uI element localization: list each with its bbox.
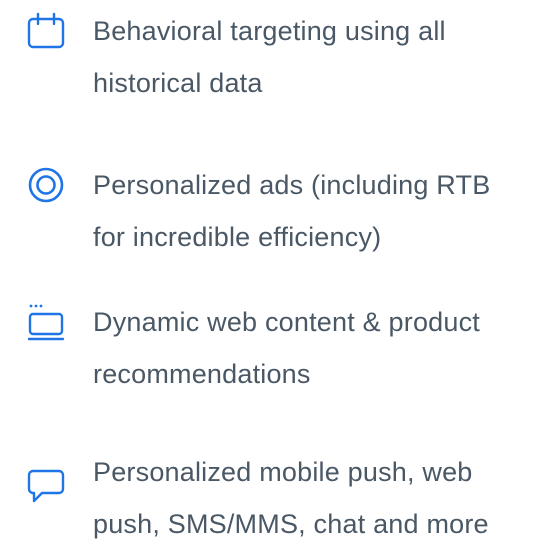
feature-list: Behavioral targeting using all historica… bbox=[0, 0, 560, 550]
feature-item-mobile-push: Personalized mobile push, web push, SMS/… bbox=[0, 446, 560, 546]
feature-item-dynamic-web-content: Dynamic web content & product recommenda… bbox=[0, 296, 560, 396]
feature-text-line: Dynamic web content & product bbox=[93, 307, 480, 337]
feature-text-line: for incredible efficiency) bbox=[93, 222, 382, 252]
feature-item-behavioral-targeting: Behavioral targeting using all historica… bbox=[0, 5, 560, 105]
calendar-icon bbox=[26, 11, 66, 51]
feature-text-line: recommendations bbox=[93, 359, 311, 389]
feature-text: Personalized mobile push, web push, SMS/… bbox=[93, 446, 553, 550]
feature-text-line: push, SMS/MMS, chat and more bbox=[93, 509, 489, 539]
feature-text-line: Personalized ads (including RTB bbox=[93, 170, 491, 200]
target-icon bbox=[26, 165, 66, 205]
feature-text-line: Personalized mobile push, web bbox=[93, 457, 473, 487]
feature-text: Dynamic web content & product recommenda… bbox=[93, 296, 553, 400]
chat-bubble-icon bbox=[26, 468, 66, 508]
feature-text: Personalized ads (including RTB for incr… bbox=[93, 159, 553, 263]
feature-text: Behavioral targeting using all historica… bbox=[93, 5, 553, 109]
feature-text-line: historical data bbox=[93, 68, 263, 98]
browser-window-icon bbox=[26, 302, 66, 342]
feature-text-line: Behavioral targeting using all bbox=[93, 16, 446, 46]
feature-item-personalized-ads: Personalized ads (including RTB for incr… bbox=[0, 159, 560, 259]
